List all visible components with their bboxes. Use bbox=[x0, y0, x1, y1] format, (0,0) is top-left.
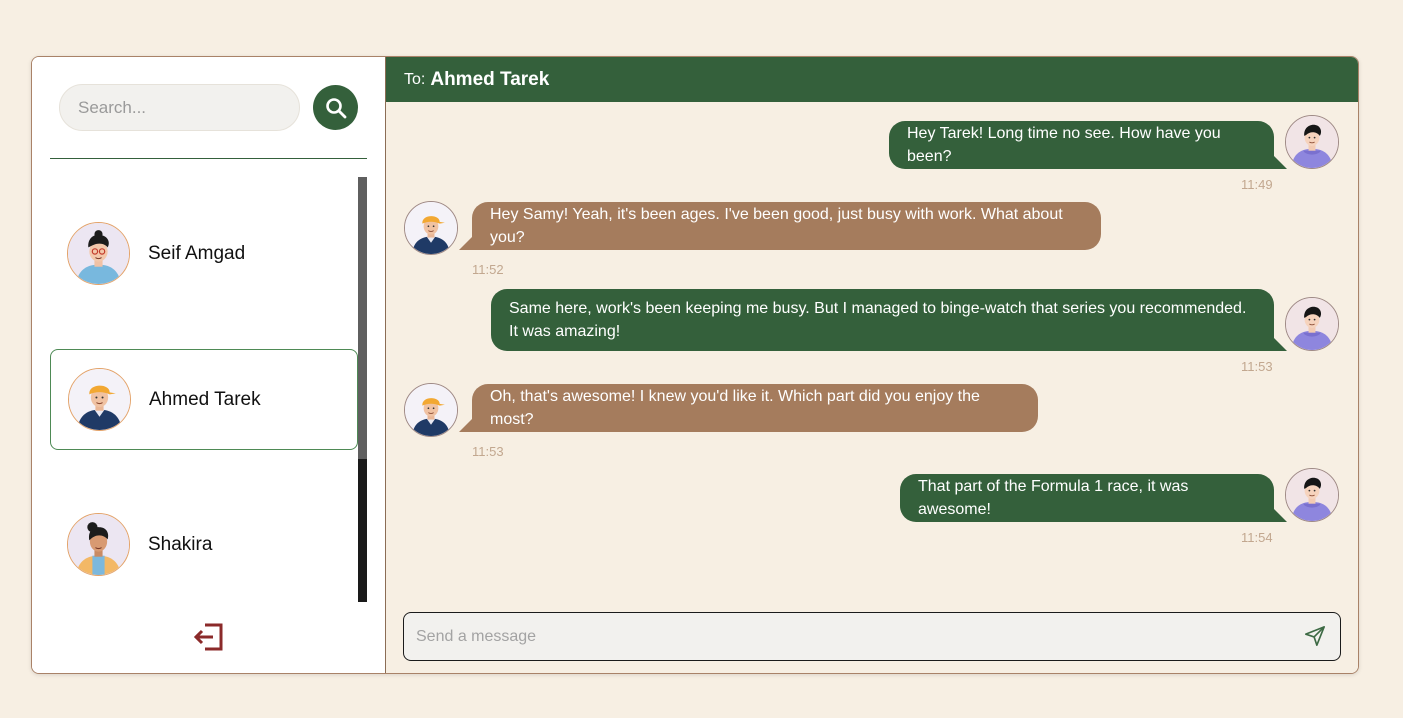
avatar bbox=[1285, 297, 1339, 351]
message-bubble-received: Oh, that's awesome! I knew you'd like it… bbox=[472, 384, 1038, 432]
contact-item-shakira[interactable]: Shakira bbox=[50, 494, 358, 595]
avatar bbox=[404, 383, 458, 437]
bubble-tail bbox=[459, 418, 473, 432]
contact-name: Seif Amgad bbox=[148, 242, 246, 264]
scrollbar-thumb[interactable] bbox=[358, 459, 367, 602]
chat-app-window: Seif Amgad Ahmed Tarek Shakira bbox=[31, 56, 1359, 674]
message-bubble-sent: Hey Tarek! Long time no see. How have yo… bbox=[889, 121, 1274, 169]
avatar bbox=[68, 368, 131, 431]
chat-panel: To: Ahmed Tarek Hey Tarek! Long time no … bbox=[386, 57, 1358, 673]
avatar bbox=[1285, 115, 1339, 169]
contact-name: Shakira bbox=[148, 533, 213, 555]
chat-header: To: Ahmed Tarek bbox=[386, 57, 1358, 102]
message-text: Same here, work's been keeping me busy. … bbox=[509, 300, 1247, 340]
message-bubble-received: Hey Samy! Yeah, it's been ages. I've bee… bbox=[472, 202, 1101, 250]
contact-name: Ahmed Tarek bbox=[149, 388, 261, 410]
send-icon bbox=[1305, 626, 1325, 646]
message-text: Oh, that's awesome! I knew you'd like it… bbox=[490, 388, 980, 428]
message-time: 11:52 bbox=[472, 262, 504, 277]
message-bubble-sent: That part of the Formula 1 race, it was … bbox=[900, 474, 1274, 522]
send-button[interactable] bbox=[1304, 625, 1328, 649]
to-label: To: bbox=[404, 70, 426, 88]
message-input[interactable] bbox=[404, 613, 1284, 660]
contact-item-seif-amgad[interactable]: Seif Amgad bbox=[50, 203, 358, 304]
message-text: Hey Tarek! Long time no see. How have yo… bbox=[907, 125, 1221, 165]
search-icon bbox=[325, 97, 346, 118]
logout-button[interactable] bbox=[192, 621, 226, 653]
message-time: 11:53 bbox=[472, 444, 504, 459]
bubble-tail bbox=[459, 236, 473, 250]
recipient-name: Ahmed Tarek bbox=[430, 68, 550, 90]
sidebar-divider bbox=[50, 158, 367, 159]
contact-list: Seif Amgad Ahmed Tarek Shakira bbox=[50, 177, 358, 602]
bubble-tail bbox=[1273, 155, 1287, 169]
search-input[interactable] bbox=[59, 84, 300, 131]
avatar bbox=[67, 513, 130, 576]
logout-icon bbox=[193, 623, 223, 651]
message-text: That part of the Formula 1 race, it was … bbox=[918, 478, 1189, 518]
contact-list-scrollbar[interactable] bbox=[358, 177, 367, 602]
message-compose-box bbox=[403, 612, 1341, 661]
contact-item-ahmed-tarek[interactable]: Ahmed Tarek bbox=[50, 349, 358, 450]
bubble-tail bbox=[1273, 508, 1287, 522]
message-time: 11:49 bbox=[1241, 177, 1273, 192]
search-button[interactable] bbox=[313, 85, 358, 130]
avatar bbox=[67, 222, 130, 285]
bubble-tail bbox=[1273, 337, 1287, 351]
message-text: Hey Samy! Yeah, it's been ages. I've bee… bbox=[490, 206, 1063, 246]
avatar bbox=[1285, 468, 1339, 522]
message-time: 11:53 bbox=[1241, 359, 1273, 374]
message-time: 11:54 bbox=[1241, 530, 1273, 545]
message-bubble-sent: Same here, work's been keeping me busy. … bbox=[491, 289, 1274, 351]
avatar bbox=[404, 201, 458, 255]
sidebar: Seif Amgad Ahmed Tarek Shakira bbox=[32, 57, 386, 673]
